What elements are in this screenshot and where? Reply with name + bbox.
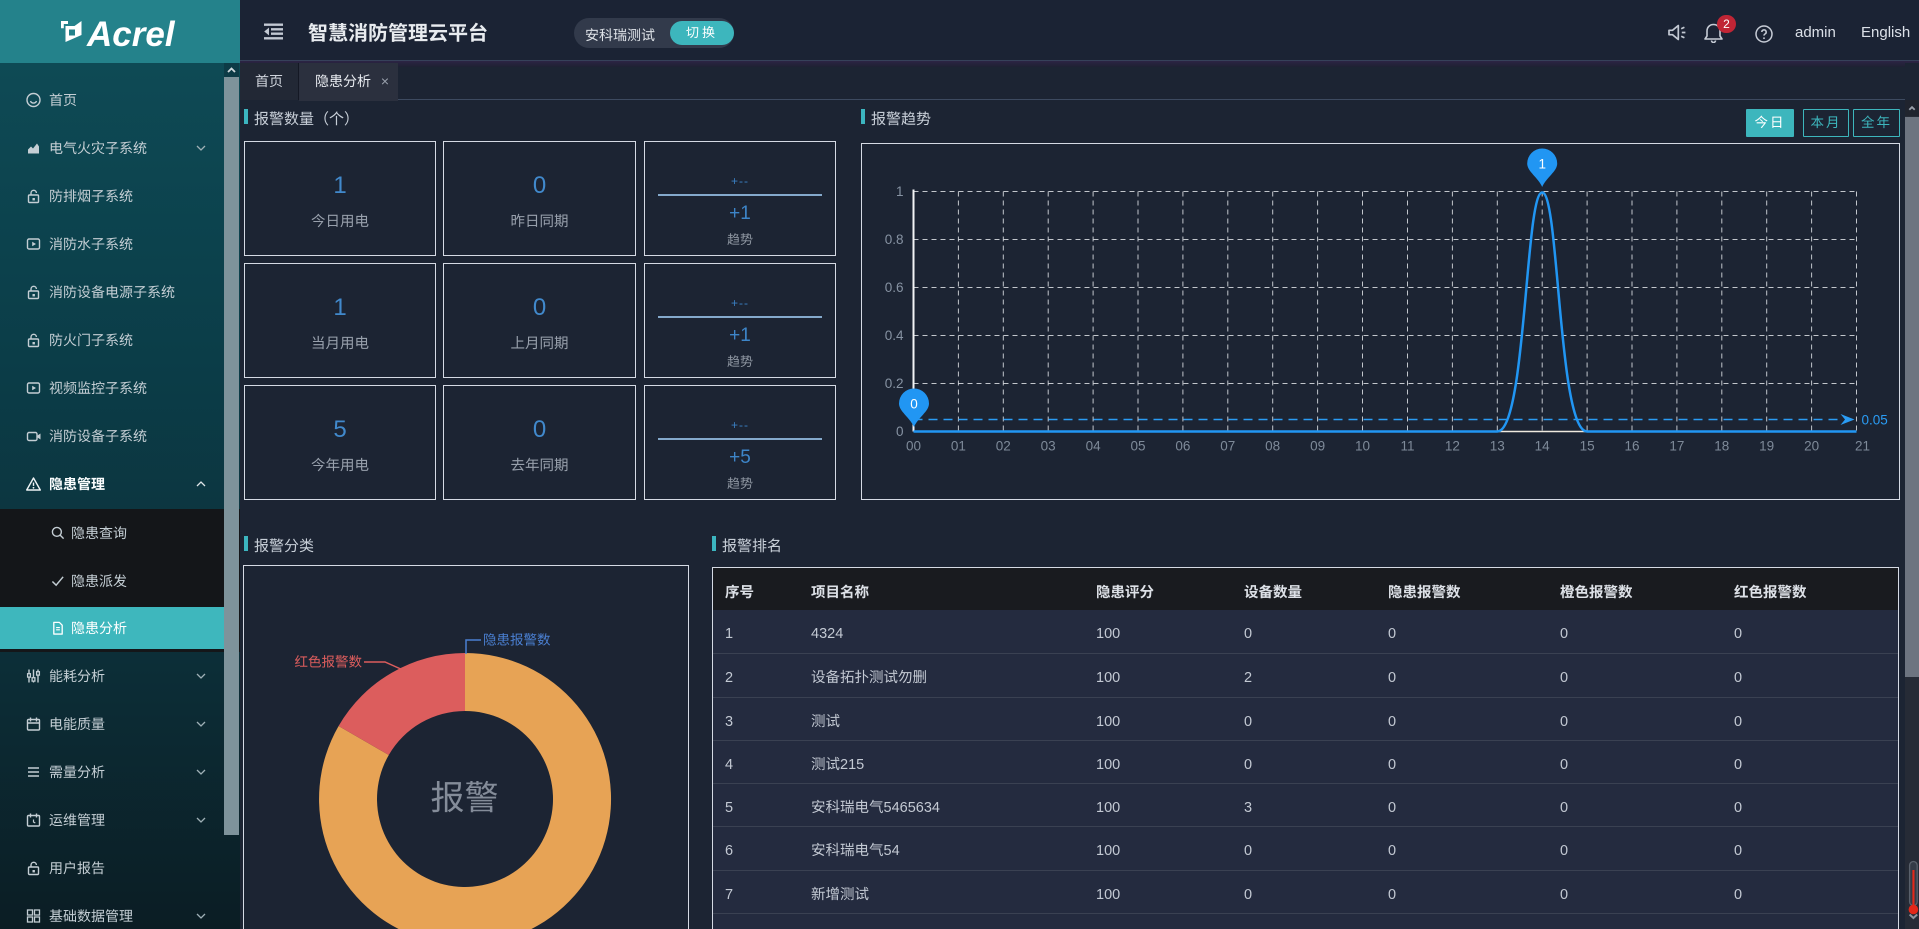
svg-text:17: 17 [1669,439,1684,454]
svg-text:12: 12 [1445,439,1460,454]
svg-text:1: 1 [896,184,904,199]
svg-text:报警: 报警 [431,780,499,818]
svg-text:0.2: 0.2 [885,376,904,391]
svg-text:1: 1 [1538,157,1546,172]
svg-text:0.4: 0.4 [885,328,904,343]
svg-text:0.8: 0.8 [885,232,904,247]
svg-text:16: 16 [1624,439,1639,454]
svg-text:14: 14 [1535,439,1551,454]
svg-text:0: 0 [896,424,904,439]
svg-text:21: 21 [1855,439,1870,454]
svg-text:08: 08 [1265,439,1280,454]
svg-text:06: 06 [1175,439,1190,454]
svg-text:13: 13 [1490,439,1505,454]
svg-text:0.05: 0.05 [1862,413,1888,428]
svg-text:18: 18 [1714,439,1729,454]
svg-text:04: 04 [1086,439,1102,454]
svg-text:10: 10 [1355,439,1370,454]
svg-text:00: 00 [906,439,921,454]
svg-text:0: 0 [910,397,918,412]
svg-text:11: 11 [1400,439,1414,454]
svg-text:09: 09 [1310,439,1325,454]
svg-text:19: 19 [1759,439,1774,454]
svg-text:02: 02 [996,439,1011,454]
svg-text:03: 03 [1041,439,1056,454]
svg-text:07: 07 [1220,439,1235,454]
svg-text:红色报警数: 红色报警数 [295,655,363,670]
svg-text:05: 05 [1130,439,1145,454]
svg-text:0.6: 0.6 [885,280,904,295]
svg-text:15: 15 [1580,439,1595,454]
svg-text:20: 20 [1804,439,1819,454]
svg-text:隐患报警数: 隐患报警数 [483,633,551,648]
svg-text:01: 01 [951,439,966,454]
